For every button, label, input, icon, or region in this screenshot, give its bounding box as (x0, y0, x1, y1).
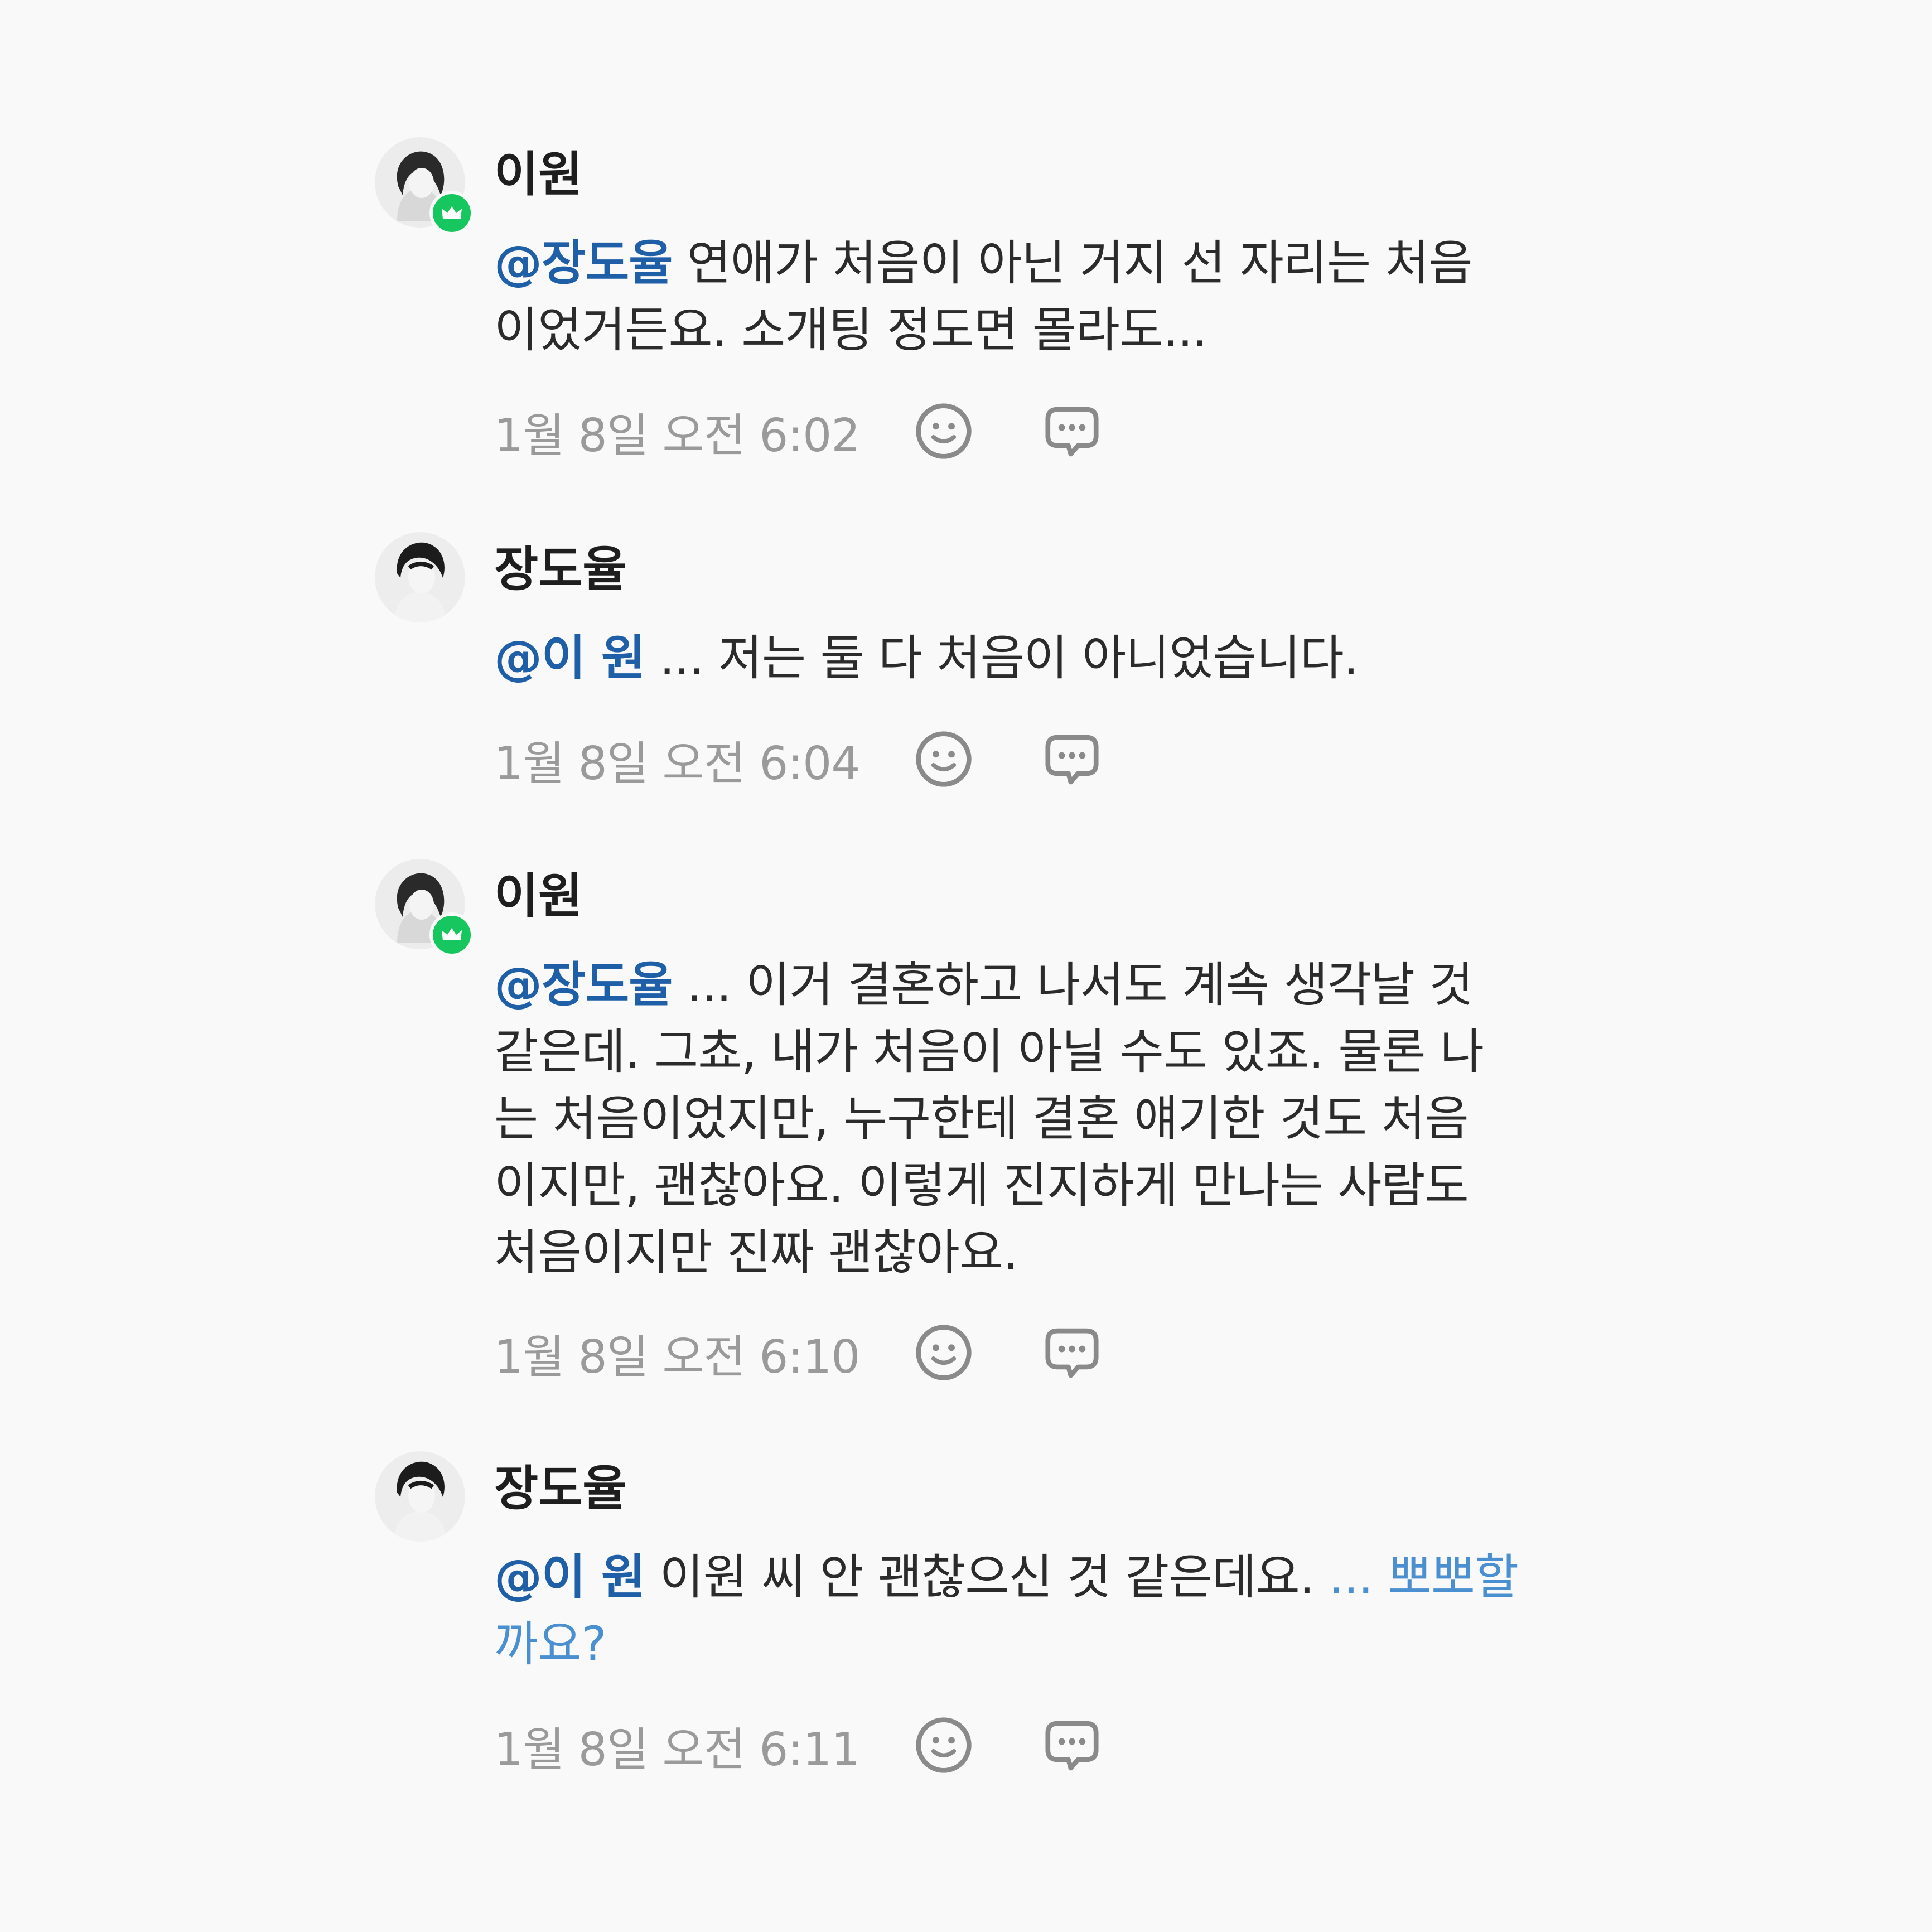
timestamp: 1월 8일 오전 6:02 (494, 409, 860, 462)
host-badge (429, 912, 474, 957)
more-link[interactable]: ... 뽀뽀할 (1329, 1549, 1519, 1605)
speech-bubble-icon (1045, 735, 1099, 785)
comment-text-line: ... 저는 둘 다 처음이 아니었습니다. (659, 630, 1359, 686)
comment-meta: 1월 8일 오전 6:04 (494, 728, 1103, 790)
comment-body: @장도율 연애가 처음이 아닌 거지 선 자리는 처음 이었거든요. 소개팅 정… (494, 230, 1543, 364)
timestamp: 1월 8일 오전 6:10 (494, 1330, 860, 1384)
avatar[interactable] (375, 532, 465, 622)
comment-text-line: ... 이거 결혼하고 나서도 계속 생각날 것 (687, 957, 1474, 1013)
reply-button[interactable] (1041, 400, 1103, 462)
comment-meta: 1월 8일 오전 6:10 (494, 1322, 1103, 1384)
comment-author[interactable]: 장도율 (494, 1465, 626, 1513)
crown-icon (442, 928, 462, 940)
comment-text-line: 이지만, 괜찮아요. 이렇게 진지하게 만나는 사람도 (494, 1158, 1469, 1214)
reply-button[interactable] (1041, 1714, 1103, 1776)
smiley-icon (916, 403, 972, 459)
comment-body: @이 원 ... 저는 둘 다 처음이 아니었습니다. (494, 625, 1543, 692)
comment-meta: 1월 8일 오전 6:02 (494, 400, 1103, 462)
smiley-icon (916, 1717, 972, 1773)
timestamp: 1월 8일 오전 6:04 (494, 737, 860, 790)
comment-text-line: 이원 씨 안 괜찮으신 것 같은데요. (659, 1549, 1315, 1605)
reaction-button[interactable] (913, 1322, 974, 1383)
comment-author[interactable]: 장도율 (494, 545, 626, 593)
comment-text-line: 연애가 처음이 아닌 거지 선 자리는 처음 (687, 235, 1473, 291)
comment-text-line: 이었거든요. 소개팅 정도면 몰라도... (494, 302, 1208, 358)
comment-meta: 1월 8일 오전 6:11 (494, 1714, 1103, 1776)
avatar[interactable] (375, 1451, 465, 1542)
host-badge (429, 191, 474, 235)
reply-button[interactable] (1041, 1322, 1103, 1383)
timestamp: 1월 8일 오전 6:11 (494, 1723, 860, 1776)
comment-body: @이 원 이원 씨 안 괜찮으신 것 같은데요. ... 뽀뽀할 까요? (494, 1544, 1543, 1678)
smiley-icon (916, 1325, 972, 1380)
comment-author[interactable]: 이원 (494, 872, 582, 920)
comment-author[interactable]: 이원 (494, 151, 582, 199)
mention-link[interactable]: @장도율 (494, 235, 673, 291)
crown-icon (442, 206, 462, 219)
mention-link[interactable]: @장도율 (494, 957, 673, 1013)
more-link-continued[interactable]: 까요? (494, 1611, 1543, 1678)
speech-bubble-icon (1045, 1721, 1099, 1771)
speech-bubble-icon (1045, 407, 1099, 457)
reply-button[interactable] (1041, 728, 1103, 790)
reaction-button[interactable] (913, 1714, 974, 1776)
smiley-icon (916, 731, 972, 787)
comment-text-line: 처음이지만 진짜 괜찮아요. (494, 1225, 1018, 1281)
mention-link[interactable]: @이 원 (494, 630, 645, 686)
reaction-button[interactable] (913, 728, 974, 790)
comment-text-line: 같은데. 그쵸, 내가 처음이 아닐 수도 있죠. 물론 나 (494, 1024, 1484, 1080)
comment-text-line: 는 처음이었지만, 누구한테 결혼 얘기한 것도 처음 (494, 1091, 1469, 1147)
comment-body: @장도율 ... 이거 결혼하고 나서도 계속 생각날 것 같은데. 그쵸, 내… (494, 951, 1543, 1286)
speech-bubble-icon (1045, 1328, 1099, 1378)
mention-link[interactable]: @이 원 (494, 1549, 645, 1605)
reaction-button[interactable] (913, 400, 974, 462)
